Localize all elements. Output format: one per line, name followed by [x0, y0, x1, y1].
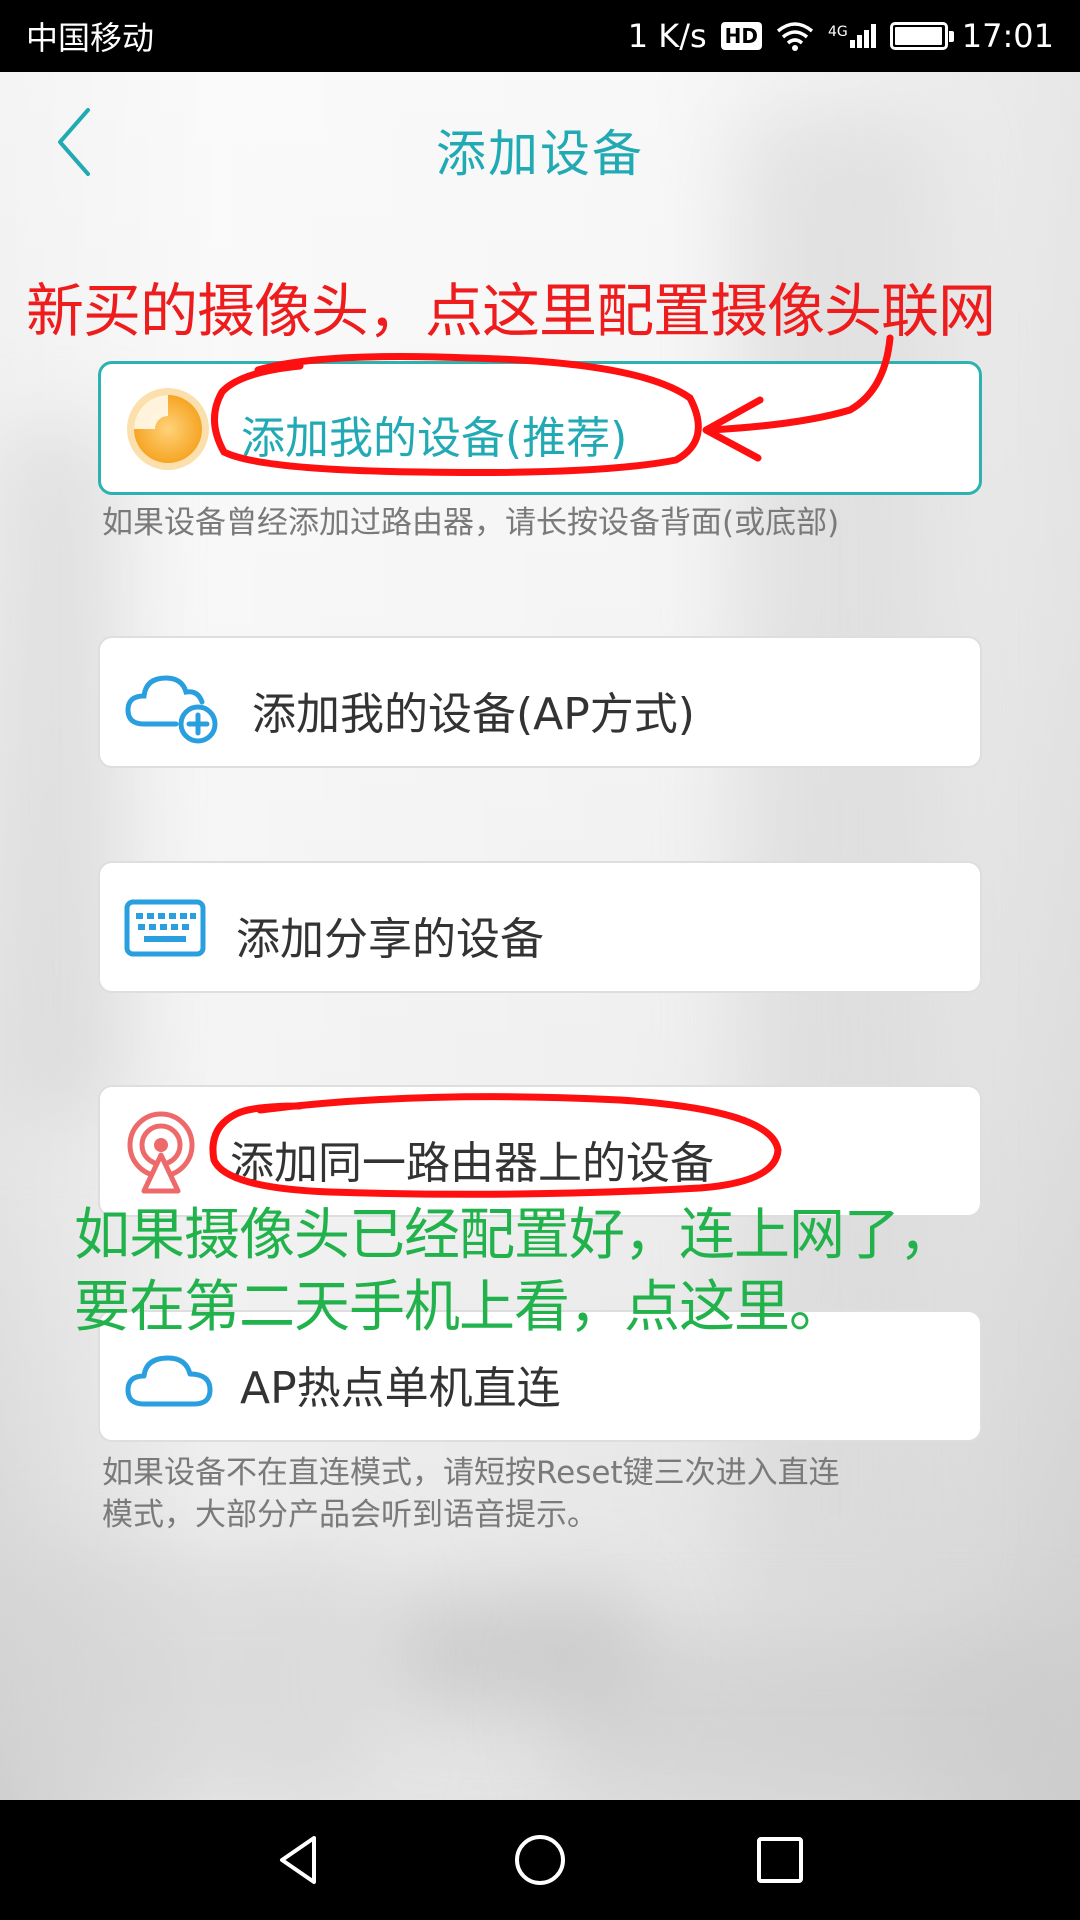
net-speed: 1 K/s [627, 17, 707, 55]
hd-icon: HD [720, 22, 763, 50]
option-label: 添加分享的设备 [236, 914, 544, 965]
annotation-green-line1: 如果摄像头已经配置好，连上网了， [74, 1203, 955, 1268]
add-my-device-ap-button[interactable]: 添加我的设备(AP方式) [98, 636, 982, 768]
keyboard-icon [124, 899, 206, 957]
option-label: AP热点单机直连 [240, 1363, 561, 1414]
option-label: 添加我的设备(推荐) [241, 413, 628, 464]
cloud-add-icon [125, 675, 218, 744]
add-my-device-recommended-button[interactable]: 添加我的设备(推荐) [98, 361, 982, 495]
cell-signal-icon: 4G [828, 24, 876, 48]
back-nav-icon[interactable] [270, 1830, 330, 1890]
annotation-red-text: 新买的摄像头，点这里配置摄像头联网 [26, 277, 996, 345]
hint-text: 如果设备曾经添加过路由器，请长按设备背面(或底部) [102, 505, 840, 541]
annotation-green-text: 如果摄像头已经配置好，连上网了， 要在第二天手机上看，点这里。 [74, 1200, 1064, 1344]
add-same-router-device-button[interactable]: 添加同一路由器上的设备 [98, 1085, 982, 1217]
annotation-green-line2: 要在第二天手机上看，点这里。 [74, 1275, 845, 1340]
header: 添加设备 [0, 72, 1080, 212]
option-label: 添加同一路由器上的设备 [230, 1138, 714, 1189]
option-label: 添加我的设备(AP方式) [252, 689, 695, 740]
carrier-label: 中国移动 [26, 19, 155, 57]
hint-text-line1: 如果设备不在直连模式，请短按Reset键三次进入直连 [102, 1455, 840, 1491]
battery-icon [889, 22, 954, 50]
radar-signal-icon [127, 1111, 195, 1194]
network-type: 4G [828, 24, 848, 40]
add-shared-device-button[interactable]: 添加分享的设备 [98, 861, 982, 993]
page-title: 添加设备 [436, 125, 644, 183]
home-nav-icon[interactable] [510, 1830, 570, 1890]
hint-text-line2: 模式，大部分产品会听到语音提示。 [102, 1497, 598, 1533]
navigation-bar [0, 1800, 1080, 1920]
orange-circle-icon [127, 388, 209, 470]
clock: 17:01 [961, 17, 1054, 55]
status-icons: 1 K/s HD 4G 17:01 [628, 17, 1054, 55]
cloud-icon [125, 1355, 213, 1407]
status-bar: 中国移动 1 K/s HD 4G 17:01 [0, 0, 1080, 72]
recents-nav-icon[interactable] [750, 1830, 810, 1890]
wifi-icon [776, 22, 814, 51]
